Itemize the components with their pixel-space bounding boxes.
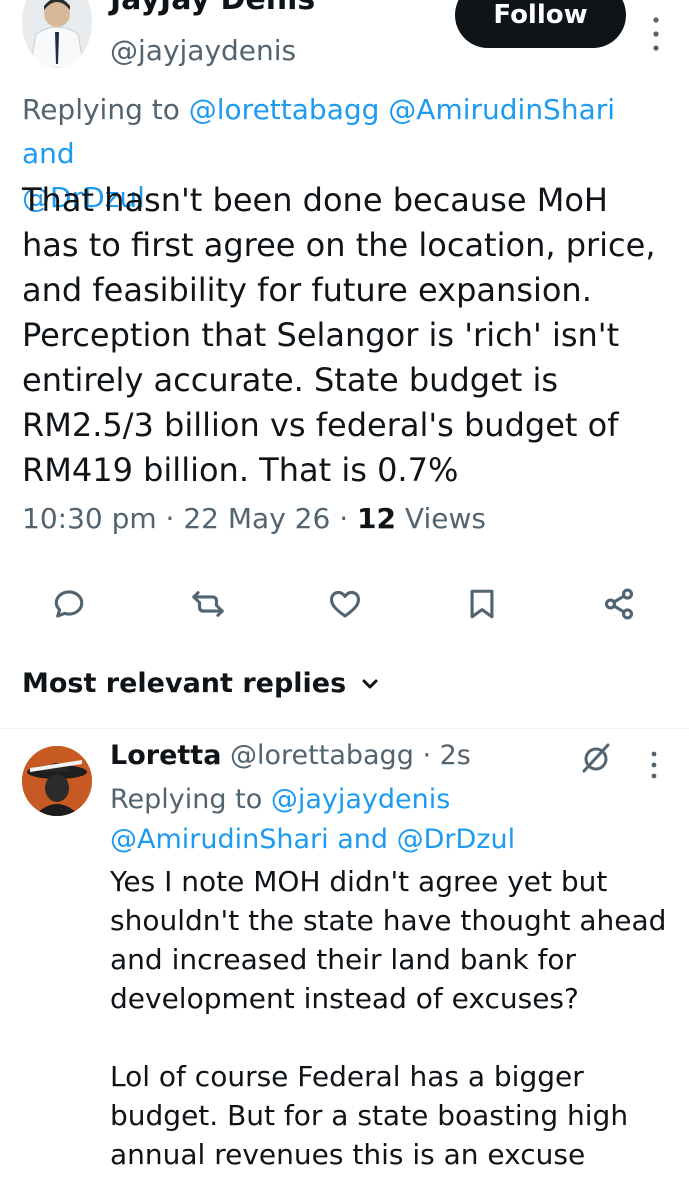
reply-header: Loretta @lorettabagg · 2s [110, 740, 471, 771]
meta-separator: · [422, 740, 440, 771]
more-options-icon[interactable] [646, 750, 662, 784]
tweet-date[interactable]: 22 May 26 [183, 502, 330, 535]
retweet-icon [192, 591, 224, 617]
replying-to-label: Replying to [22, 93, 180, 126]
reply-avatar[interactable] [22, 746, 92, 816]
follow-button[interactable]: Follow [455, 0, 626, 48]
author-avatar[interactable] [22, 0, 92, 68]
tweet-text: That hasn't been done because MoH has to… [22, 181, 656, 489]
share-button[interactable] [594, 582, 644, 626]
reply-mention[interactable]: @jayjaydenis [271, 784, 450, 815]
reply-mentions-line2[interactable]: @AmirudinShari and @DrDzul [110, 824, 515, 855]
views-label: Views [404, 502, 486, 535]
chevron-down-icon [362, 679, 378, 688]
reply-author-handle[interactable]: @lorettabagg [230, 740, 414, 771]
avatar-photo [22, 0, 92, 68]
replying-to: Replying to @jayjaydenis @AmirudinShari … [110, 780, 670, 860]
bookmark-icon [470, 589, 494, 619]
reply-age[interactable]: 2s [440, 740, 471, 771]
share-icon [604, 588, 634, 620]
grok-icon[interactable] [578, 740, 614, 780]
tweet-time[interactable]: 10:30 pm [22, 502, 157, 535]
views-count: 12 [357, 502, 396, 535]
reply-text: Yes I note MOH didn't agree yet but shou… [110, 865, 667, 1171]
more-options-icon[interactable] [648, 16, 664, 56]
author-handle[interactable]: @jayjaydenis [110, 34, 296, 67]
reply-icon [54, 590, 84, 618]
author-name[interactable]: JayJay Denis [110, 0, 315, 17]
like-icon [329, 590, 361, 618]
tweet-meta: 10:30 pm · 22 May 26 · 12 Views [22, 502, 486, 535]
bookmark-button[interactable] [457, 582, 507, 626]
meta-separator: · [339, 502, 358, 535]
retweet-button[interactable] [183, 582, 233, 626]
meta-separator: · [165, 502, 184, 535]
reply-button[interactable] [44, 582, 94, 626]
replying-to-label: Replying to [110, 784, 263, 815]
replies-sort-dropdown[interactable]: Most relevant replies [22, 668, 380, 699]
replies-sort-label: Most relevant replies [22, 668, 347, 699]
avatar-photo [22, 746, 92, 816]
reply-author-name[interactable]: Loretta [110, 740, 221, 771]
divider [0, 728, 689, 729]
like-button[interactable] [320, 582, 370, 626]
